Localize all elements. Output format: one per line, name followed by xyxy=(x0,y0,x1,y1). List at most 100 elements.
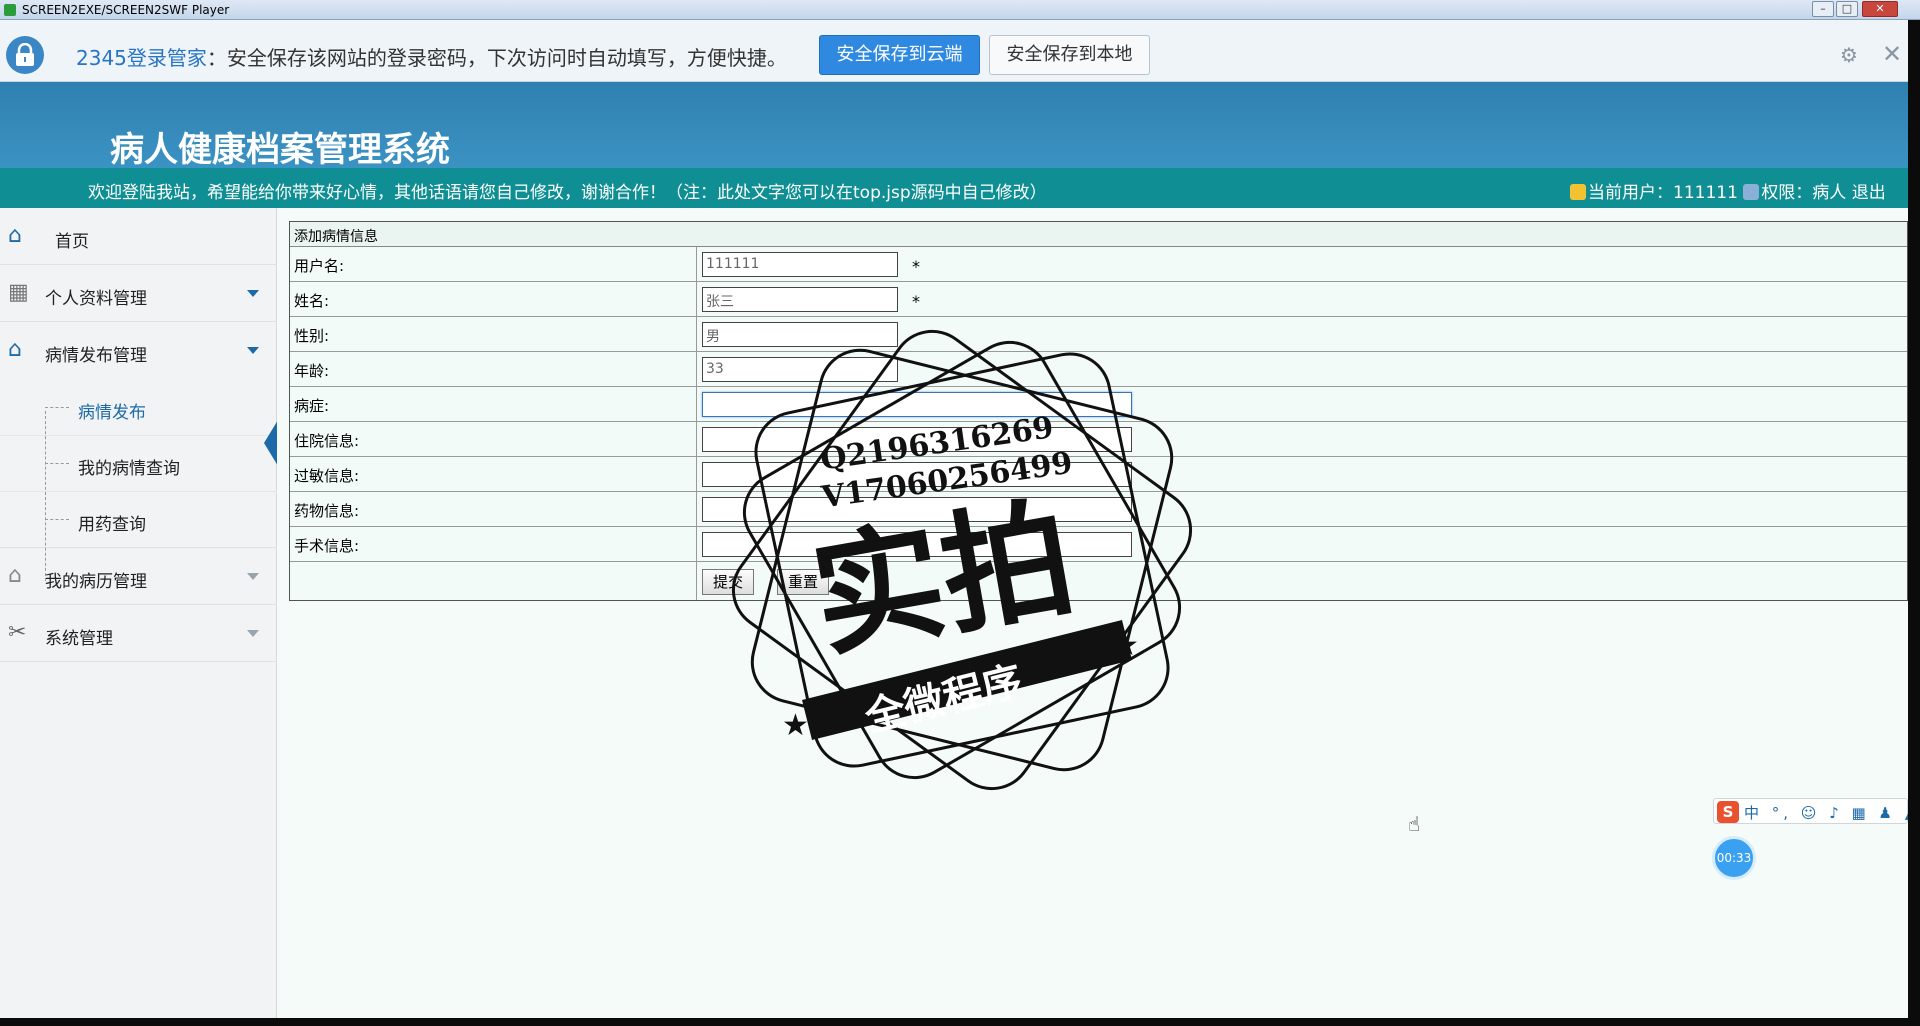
field-label: 住院信息: xyxy=(294,432,360,450)
home-icon: ⌂ xyxy=(8,337,22,362)
gender-field[interactable]: 男 xyxy=(702,322,898,347)
field-label: 性别: xyxy=(294,327,330,345)
lock-icon xyxy=(6,36,44,74)
username-field[interactable]: 111111 xyxy=(702,252,898,277)
column-divider xyxy=(696,457,697,492)
password-manager-message: 2345登录管家：安全保存该网站的登录密码，下次访问时自动填写，方便快捷。 xyxy=(76,42,787,71)
sidebar-subitem-label: 病情发布 xyxy=(78,403,146,423)
save-to-cloud-button[interactable]: 安全保存到云端 xyxy=(819,35,980,75)
age-field[interactable]: 33 xyxy=(702,357,898,382)
sidebar-subitem-label: 我的病情查询 xyxy=(78,459,180,479)
maximize-button[interactable]: □ xyxy=(1836,1,1858,17)
site-title: 病人健康档案管理系统 xyxy=(110,130,450,170)
medication-field[interactable] xyxy=(702,497,1132,522)
tools-icon: ✂ xyxy=(8,620,27,645)
column-divider xyxy=(696,387,697,422)
sidebar: ⌂ 首页 ▦ 个人资料管理 ⌂ 病情发布管理 病情发布 我的病情查询 用药查询 … xyxy=(0,208,277,1018)
sidebar-item-label: 首页 xyxy=(55,232,89,252)
password-manager-text: ：安全保存该网站的登录密码，下次访问时自动填写，方便快捷。 xyxy=(206,46,787,70)
player-bottom-bar xyxy=(0,1018,1920,1026)
tree-connector xyxy=(45,519,69,520)
field-label: 年龄: xyxy=(294,362,330,380)
sidebar-subitem-my-conditions[interactable]: 我的病情查询 xyxy=(0,436,277,492)
sidebar-item-home[interactable]: ⌂ 首页 xyxy=(0,208,277,265)
field-label: 姓名: xyxy=(294,292,330,310)
sidebar-subitem-medication[interactable]: 用药查询 xyxy=(0,492,277,548)
name-field[interactable]: 张三 xyxy=(702,287,898,312)
form-row-symptom: 病症: xyxy=(290,387,1907,422)
active-item-marker xyxy=(264,420,278,466)
sidebar-item-system[interactable]: ✂ 系统管理 xyxy=(0,605,277,662)
hospitalization-field[interactable] xyxy=(702,427,1132,452)
column-divider xyxy=(696,352,697,387)
user-info: 当前用户：111111 权限：病人 退出 xyxy=(1570,178,1886,203)
gear-icon[interactable]: ⚙ xyxy=(1840,45,1858,65)
field-label: 过敏信息: xyxy=(294,467,360,485)
password-manager-bar: 2345登录管家：安全保存该网站的登录密码，下次访问时自动填写，方便快捷。 安全… xyxy=(0,20,1908,82)
column-divider xyxy=(696,317,697,352)
logout-link[interactable]: 退出 xyxy=(1852,183,1886,203)
tree-line xyxy=(45,411,46,581)
close-icon[interactable]: ✕ xyxy=(1882,42,1902,66)
allergy-field[interactable] xyxy=(702,462,1132,487)
column-divider xyxy=(696,527,697,562)
ime-status[interactable]: 中 °, ☺ ♪ ▦ ♟ ▲ ▪ xyxy=(1744,802,1908,823)
role-icon xyxy=(1743,184,1760,200)
ime-toolbar[interactable]: S 中 °, ☺ ♪ ▦ ♟ ▲ ▪ xyxy=(1713,798,1908,824)
player-app-icon xyxy=(4,4,16,16)
tree-connector xyxy=(45,407,69,408)
minimize-button[interactable]: – xyxy=(1812,1,1834,17)
form-row-medication: 药物信息: xyxy=(290,492,1907,527)
sidebar-item-medical-records[interactable]: ⌂ 我的病历管理 xyxy=(0,548,277,605)
form-row-name: 姓名: 张三 * xyxy=(290,282,1907,317)
reset-button[interactable]: 重置 xyxy=(777,569,830,595)
chevron-down-icon xyxy=(247,573,259,580)
sidebar-subitem-publish[interactable]: 病情发布 xyxy=(0,380,277,436)
welcome-strip: 欢迎登陆我站，希望能给你带来好心情，其他话语请您自己修改，谢谢合作！（注：此处文… xyxy=(0,168,1908,208)
required-mark: * xyxy=(912,292,920,311)
site-header: 病人健康档案管理系统 xyxy=(0,82,1908,170)
column-divider xyxy=(696,247,697,282)
field-label: 药物信息: xyxy=(294,502,360,520)
chevron-down-icon xyxy=(247,347,259,354)
form-caption: 添加病情信息 xyxy=(290,222,1907,247)
password-manager-brand: 2345登录管家 xyxy=(76,46,207,70)
field-label: 用户名: xyxy=(294,257,345,275)
close-button[interactable]: ✕ xyxy=(1862,1,1898,17)
save-to-local-button[interactable]: 安全保存到本地 xyxy=(989,35,1150,75)
add-condition-form: 添加病情信息 用户名: 111111 * 姓名: 张三 * 性别: 男 年龄: xyxy=(289,221,1908,601)
form-row-username: 用户名: 111111 * xyxy=(290,247,1907,282)
player-title: SCREEN2EXE/SCREEN2SWF Player xyxy=(22,3,230,17)
sogou-logo-icon: S xyxy=(1717,801,1739,823)
sidebar-item-label: 系统管理 xyxy=(45,629,113,649)
window-edge xyxy=(1908,20,1920,1018)
chevron-down-icon xyxy=(247,630,259,637)
field-label: 病症: xyxy=(294,397,330,415)
surgery-field[interactable] xyxy=(702,532,1132,557)
required-mark: * xyxy=(912,257,920,276)
user-icon xyxy=(1570,184,1586,200)
hand-cursor-icon: ☝ xyxy=(1408,812,1421,836)
tree-connector xyxy=(45,463,69,464)
column-divider xyxy=(696,492,697,527)
column-divider xyxy=(696,562,697,600)
home-icon: ⌂ xyxy=(8,223,22,248)
player-title-bar: SCREEN2EXE/SCREEN2SWF Player – □ ✕ xyxy=(0,0,1920,20)
form-row-surgery: 手术信息: xyxy=(290,527,1907,562)
column-divider xyxy=(696,282,697,317)
current-user: 当前用户：111111 xyxy=(1588,183,1738,203)
field-label: 手术信息: xyxy=(294,537,360,555)
welcome-message: 欢迎登陆我站，希望能给你带来好心情，其他话语请您自己修改，谢谢合作！（注：此处文… xyxy=(88,183,1047,203)
sidebar-item-label: 个人资料管理 xyxy=(45,289,147,309)
browser-viewport: 2345登录管家：安全保存该网站的登录密码，下次访问时自动填写，方便快捷。 安全… xyxy=(0,20,1908,1018)
form-row-hospitalization: 住院信息: xyxy=(290,422,1907,457)
form-buttons-row: 提交 重置 xyxy=(290,562,1907,600)
form-row-age: 年龄: 33 xyxy=(290,352,1907,387)
grid-icon: ▦ xyxy=(8,280,29,305)
user-role: 权限：病人 xyxy=(1761,183,1847,203)
submit-button[interactable]: 提交 xyxy=(702,569,755,595)
sidebar-item-profile[interactable]: ▦ 个人资料管理 xyxy=(0,265,277,322)
symptom-field[interactable] xyxy=(702,392,1132,417)
form-row-gender: 性别: 男 xyxy=(290,317,1907,352)
sidebar-item-condition-publish[interactable]: ⌂ 病情发布管理 xyxy=(0,322,277,379)
